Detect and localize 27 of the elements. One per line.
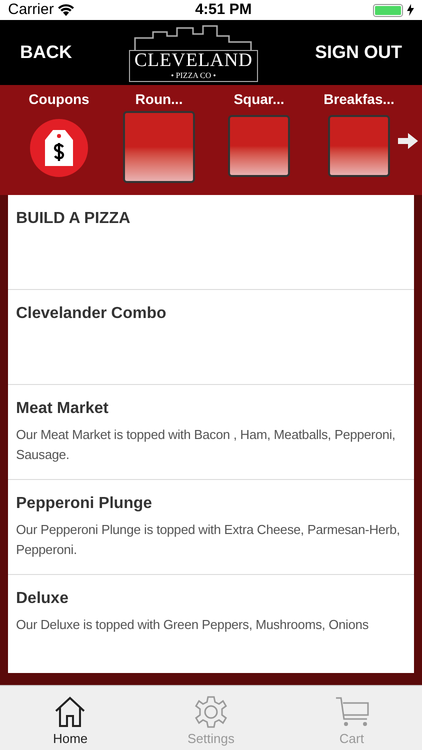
- category-label: Squar...: [234, 90, 284, 109]
- menu-item-title[interactable]: BUILD A PIZZA: [16, 207, 406, 231]
- category-tile[interactable]: [123, 111, 195, 183]
- back-button[interactable]: BACK: [20, 39, 72, 66]
- menu-item-title[interactable]: Meat Market: [16, 397, 406, 421]
- menu-item-description: Our Pepperoni Plunge is topped with Extra Cheese, Parmesan-Herb, Pepperoni.: [16, 521, 401, 559]
- arrow-right-icon[interactable]: [398, 133, 418, 149]
- wifi-icon: [58, 4, 74, 16]
- category-label: Roun...: [135, 90, 183, 109]
- category-tile[interactable]: [328, 115, 390, 177]
- tab-item[interactable]: Home: [0, 686, 141, 750]
- category-tile[interactable]: [228, 115, 290, 177]
- battery-icon: [372, 4, 414, 16]
- menu-item-description: Our Meat Market is topped with Bacon , Ham, Meatballs, Pepperoni, Sausage.: [16, 426, 396, 464]
- cart-icon: [334, 694, 370, 728]
- sign-out-button[interactable]: SIGN OUT: [314, 39, 402, 66]
- menu-item-title[interactable]: Clevelander Combo: [16, 302, 406, 326]
- status-time: 4:51 PM: [195, 0, 252, 20]
- carrier-text: Carrier: [8, 0, 54, 20]
- settings-icon: [193, 694, 229, 728]
- logo: CLEVELAND • PIZZA CO •: [129, 24, 258, 82]
- menu-item-title[interactable]: Pepperoni Plunge: [16, 492, 406, 516]
- category-label: Breakfas...: [324, 90, 394, 109]
- price-tag-icon: [45, 130, 73, 166]
- category-label: Coupons: [28, 90, 90, 109]
- menu-item-title[interactable]: Deluxe: [16, 587, 406, 611]
- menu-item-description: Our Deluxe is topped with Green Peppers, Mushrooms, Onions: [16, 616, 370, 634]
